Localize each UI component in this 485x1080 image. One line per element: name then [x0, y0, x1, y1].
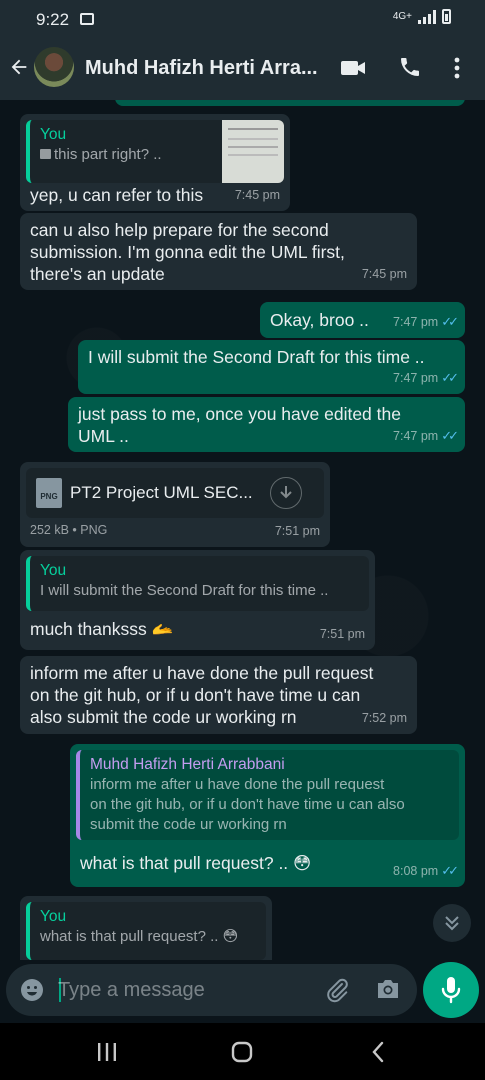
chat-header: Muhd Hafizh Herti Arra...: [0, 40, 485, 100]
message-text: I will submit the Second Draft for this …: [88, 347, 425, 367]
message-time: 8:08 pm: [393, 864, 439, 878]
microphone-icon: [441, 977, 461, 1004]
quoted-text: inform me after u have done the pull req…: [90, 775, 449, 835]
quoted-message[interactable]: You what is that pull request? .. 😳: [26, 902, 266, 960]
file-name: PT2 Project UML SEC...: [70, 483, 253, 502]
message-meta: 7:47 pm ✓✓: [393, 367, 459, 389]
quoted-sender: You: [40, 562, 67, 579]
quoted-sender: You: [40, 126, 67, 143]
attach-icon[interactable]: [324, 977, 350, 1008]
video-call-icon[interactable]: [340, 57, 366, 84]
quoted-message[interactable]: You this part right? ..: [26, 120, 284, 183]
message-text: can u also help prepare for the second s…: [30, 219, 407, 285]
message-meta: 7:47 pm ✓✓: [393, 425, 459, 447]
network-type: 4G+: [392, 11, 412, 22]
back-nav-icon[interactable]: [370, 1041, 386, 1068]
message-time: 7:47 pm: [393, 315, 439, 329]
quoted-message[interactable]: You I will submit the Second Draft for t…: [26, 556, 369, 611]
read-receipt-icon: ✓✓: [441, 863, 459, 878]
quoted-line: inform me after u have done the pull req…: [90, 776, 385, 793]
message-input-placeholder[interactable]: Type a message: [58, 979, 205, 1002]
camera-icon[interactable]: [375, 977, 401, 1006]
double-chevron-down-icon: [445, 916, 459, 931]
file-type-label: PNG: [40, 492, 58, 501]
message-time: 7:45 pm: [361, 267, 407, 281]
quoted-line: on the git hub, or if u don't have time …: [90, 796, 405, 813]
message-meta: 8:08 pm ✓✓: [393, 860, 459, 882]
quoted-line: submit the code ur working rn: [90, 816, 287, 833]
composer-bar: Type a message: [0, 960, 485, 1023]
message-outgoing[interactable]: Muhd Hafizh Herti Arrabbani inform me af…: [70, 744, 465, 887]
quoted-text: this part right? ..: [40, 145, 204, 165]
message-text: much thanksss 🫴: [30, 619, 174, 639]
read-receipt-icon: ✓✓: [441, 428, 459, 443]
message-input-box[interactable]: Type a message: [6, 964, 417, 1016]
message-outgoing[interactable]: just pass to me, once you have edited th…: [68, 397, 465, 452]
message-incoming[interactable]: You what is that pull request? .. 😳: [20, 896, 272, 960]
more-options-icon[interactable]: [452, 56, 462, 85]
status-bar: 9:22 4G+: [0, 0, 485, 40]
read-receipt-icon: ✓✓: [441, 370, 459, 385]
quoted-text: I will submit the Second Draft for this …: [40, 582, 329, 599]
message-meta: 7:47 pm ✓✓: [393, 311, 459, 333]
scroll-to-bottom-button[interactable]: [433, 904, 471, 942]
message-outgoing[interactable]: I will submit the Second Draft for this …: [78, 340, 465, 394]
download-icon[interactable]: [270, 477, 302, 509]
home-icon[interactable]: [231, 1041, 253, 1068]
file-attachment[interactable]: PNG PT2 Project UML SEC...: [26, 468, 324, 518]
signal-icon: [418, 9, 436, 24]
chat-area[interactable]: You this part right? .. yep, u can refer…: [0, 100, 485, 960]
quoted-text: what is that pull request? .. 😳: [40, 928, 239, 945]
message-outgoing[interactable]: Okay, broo .. 7:47 pm ✓✓: [260, 302, 465, 338]
message-line: on the git hub, or if u don't have time …: [30, 685, 361, 705]
voice-call-icon[interactable]: [398, 55, 422, 84]
quoted-image-thumbnail: [222, 120, 284, 183]
message-time: 7:45 pm: [234, 188, 280, 202]
file-info: 252 kB • PNG: [30, 523, 108, 537]
message-line: inform me after u have done the pull req…: [30, 663, 374, 683]
quoted-caption: this part right? ..: [54, 146, 162, 163]
status-icons: 4G+: [393, 9, 451, 24]
png-file-icon: PNG: [36, 478, 62, 508]
message-time: 7:51 pm: [319, 627, 365, 641]
message-line: just pass to me, once you have edited th…: [78, 404, 401, 424]
voice-record-button[interactable]: [423, 962, 479, 1018]
message-bubble-partial[interactable]: [115, 100, 465, 106]
back-arrow-icon[interactable]: [8, 54, 30, 85]
quoted-sender: Muhd Hafizh Herti Arrabbani: [90, 756, 285, 773]
message-incoming[interactable]: You this part right? .. yep, u can refer…: [20, 114, 290, 211]
message-line: can u also help prepare for the second: [30, 220, 329, 240]
quoted-sender: You: [40, 908, 67, 925]
message-line: also submit the code ur working rn: [30, 707, 297, 727]
message-incoming[interactable]: can u also help prepare for the second s…: [20, 213, 417, 290]
message-file[interactable]: PNG PT2 Project UML SEC... 252 kB • PNG …: [20, 462, 330, 547]
status-time: 9:22: [36, 10, 70, 29]
message-text: inform me after u have done the pull req…: [30, 662, 407, 728]
recent-apps-icon[interactable]: [96, 1042, 118, 1067]
quoted-message[interactable]: Muhd Hafizh Herti Arrabbani inform me af…: [76, 750, 459, 840]
gallery-notification-icon: [80, 13, 94, 25]
message-time: 7:47 pm: [393, 371, 439, 385]
message-line: there's an update: [30, 264, 165, 284]
message-incoming[interactable]: You I will submit the Second Draft for t…: [20, 550, 375, 650]
battery-icon: [442, 9, 451, 24]
message-line: submission. I'm gonna edit the UML first…: [30, 242, 345, 262]
contact-avatar[interactable]: [34, 47, 74, 87]
message-incoming[interactable]: inform me after u have done the pull req…: [20, 656, 417, 734]
contact-name[interactable]: Muhd Hafizh Herti Arra...: [85, 57, 320, 80]
photo-icon: [40, 149, 51, 159]
message-time: 7:52 pm: [361, 711, 407, 725]
message-time: 7:51 pm: [274, 524, 320, 538]
system-navigation-bar: [0, 1023, 485, 1080]
emoji-icon[interactable]: [20, 978, 44, 1007]
message-time: 7:47 pm: [393, 429, 439, 443]
read-receipt-icon: ✓✓: [441, 314, 459, 329]
